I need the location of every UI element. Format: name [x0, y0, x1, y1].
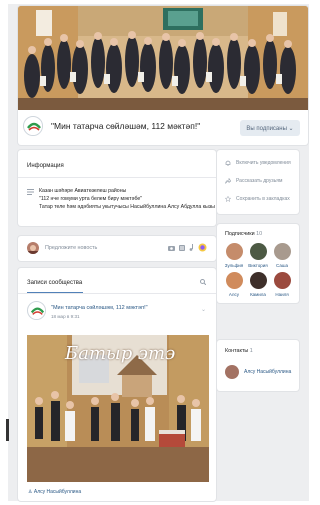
avatar [27, 242, 39, 254]
action-label: Рассказать друзьям [236, 178, 283, 184]
bookmark-action[interactable]: Сохранить в закладках [225, 196, 290, 202]
cover-photo-image [18, 6, 308, 110]
post-photo[interactable]: Батыр этэ [27, 335, 209, 482]
contact-name[interactable]: Алсу Насыйбуллина [244, 369, 291, 375]
subscriber[interactable]: Зульфия [223, 243, 245, 268]
subscribers-label: Подписчики [225, 231, 255, 237]
info-title: Информация [27, 163, 64, 169]
action-label: Сохранить в закладках [236, 196, 290, 202]
info-block: Информация Казан шәһәре Авиатөзелеш райо… [18, 150, 216, 226]
info-line: Татар теле һәм әдәбияты укытучысы Насыйб… [39, 204, 215, 210]
wall-tab[interactable]: Записи сообщества [27, 280, 82, 286]
contacts-count: 1 [249, 348, 253, 354]
share-icon [225, 178, 231, 184]
logo-emblem-icon [28, 302, 45, 319]
subscriber-name: Камила [250, 292, 266, 297]
action-label: Включить уведомления [236, 160, 291, 166]
cover-photo[interactable] [18, 6, 308, 110]
star-icon [225, 196, 231, 202]
attach-icons [168, 243, 207, 252]
post-author-avatar[interactable] [27, 301, 46, 320]
avatar [273, 243, 291, 260]
suggest-news-input[interactable]: Предложите новость [45, 245, 97, 251]
subscriber[interactable]: Виктория [247, 243, 269, 268]
info-divider [18, 177, 216, 178]
more-icon[interactable] [198, 243, 207, 252]
subscribers-block: Подписчики 10 Зульфия Виктория Саша Алсу… [217, 224, 299, 303]
chevron-down-icon[interactable]: ⌄ [201, 306, 206, 313]
avatar [249, 272, 267, 289]
subscriber-name: Зульфия [224, 263, 244, 268]
subscribed-button[interactable]: Вы подписаны ⌄ [240, 120, 300, 136]
subscriber[interactable]: Камила [247, 272, 269, 297]
contacts-title[interactable]: Контакты 1 [225, 348, 253, 354]
avatar[interactable] [225, 365, 239, 379]
camera-icon[interactable] [168, 245, 175, 251]
music-icon[interactable] [189, 244, 194, 251]
info-line: Казан шәһәре Авиатөзелеш районы [39, 188, 127, 194]
search-icon[interactable] [200, 279, 206, 285]
photo-caption: Батыр этэ [65, 343, 176, 364]
post-date[interactable]: 18 мар в 9:31 [51, 314, 80, 319]
post-author[interactable]: "Мин татарча сөйләшәм, 112 мәктәп!" [51, 305, 148, 311]
subscribers-title[interactable]: Подписчики 10 [225, 231, 262, 237]
group-header: "Мин татарча сөйләшәм, 112 мәктәп!" Вы п… [18, 6, 308, 145]
notifications-action[interactable]: Включить уведомления [225, 160, 291, 166]
post-signer[interactable]: ♙ Алсу Насыйбуллина [28, 489, 81, 495]
community-wall: Записи сообщества "Мин татарча сөйләшәм,… [18, 268, 216, 501]
subscriber-name: Виктория [248, 263, 268, 268]
subscriber[interactable]: Саша [271, 243, 293, 268]
bell-icon [225, 160, 231, 166]
wall-divider [18, 293, 216, 294]
group-actions: Включить уведомления Рассказать друзьям … [217, 150, 299, 214]
subscriber[interactable]: Наиля [271, 272, 293, 297]
logo-emblem-icon [25, 118, 42, 135]
contacts-label: Контакты [225, 348, 249, 354]
avatar [225, 272, 243, 289]
avatar [249, 243, 267, 260]
group-name: "Мин татарча сөйләшәм, 112 мәктәп!" [51, 121, 201, 131]
window-edge-marker [6, 419, 9, 441]
subscriber-name: Саша [276, 263, 288, 268]
avatar [225, 243, 243, 260]
info-line: "112 нче гомуми урта белем бирү мәктәбе" [39, 196, 143, 202]
share-action[interactable]: Рассказать друзьям [225, 178, 282, 184]
subscriber[interactable]: Алсу [223, 272, 245, 297]
group-logo[interactable] [23, 116, 43, 136]
subscriber-name: Наиля [275, 292, 289, 297]
list-icon [27, 189, 34, 195]
suggest-news-box[interactable]: Предложите новость [18, 236, 216, 261]
contacts-block: Контакты 1 Алсу Насыйбуллина [217, 340, 299, 391]
video-icon[interactable] [179, 244, 185, 251]
subscriber-name: Алсу [228, 292, 240, 297]
subscribers-count: 10 [256, 231, 263, 237]
avatar [273, 272, 291, 289]
